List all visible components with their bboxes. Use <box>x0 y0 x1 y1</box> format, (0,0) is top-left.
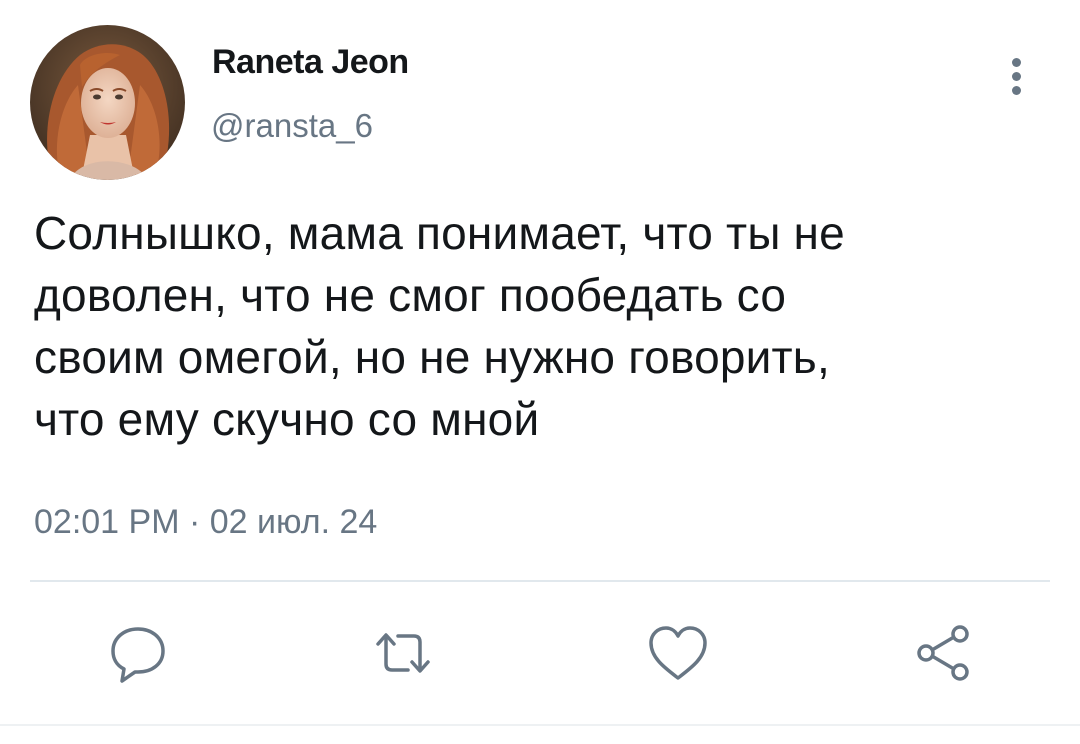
reply-icon <box>111 627 165 683</box>
reply-button[interactable] <box>103 618 173 688</box>
author-handle[interactable]: @ransta_6 <box>211 104 373 148</box>
more-vertical-icon[interactable] <box>1000 52 1032 102</box>
tweet-text-line: своим омегой, но не нужно говорить, <box>34 331 830 383</box>
retweet-icon <box>376 633 430 673</box>
author-avatar[interactable] <box>30 25 185 180</box>
divider <box>30 580 1050 582</box>
like-button[interactable] <box>643 618 713 688</box>
tweet-text-line: Солнышко, мама понимает, что ты не <box>34 207 845 259</box>
menu-dot <box>1012 72 1021 81</box>
tweet-text-line: что ему скучно со мной <box>34 393 540 445</box>
tweet-text-line: доволен, что не смог пообедать со <box>34 269 787 321</box>
tweet-text: Солнышко, мама понимает, что ты не довол… <box>34 202 1034 450</box>
tweet-timestamp[interactable]: 02:01 PM · 02 июл. 24 <box>34 500 377 544</box>
author-display-name[interactable]: Raneta Jeon <box>212 40 409 84</box>
retweet-button[interactable] <box>368 618 438 688</box>
bottom-divider <box>0 724 1080 726</box>
share-button[interactable] <box>908 618 978 688</box>
menu-dot <box>1012 86 1021 95</box>
tweet-card: Raneta Jeon @ransta_6 Солнышко, мама пон… <box>0 0 1080 744</box>
share-icon <box>917 625 969 681</box>
heart-icon <box>649 626 707 680</box>
menu-dot <box>1012 58 1021 67</box>
